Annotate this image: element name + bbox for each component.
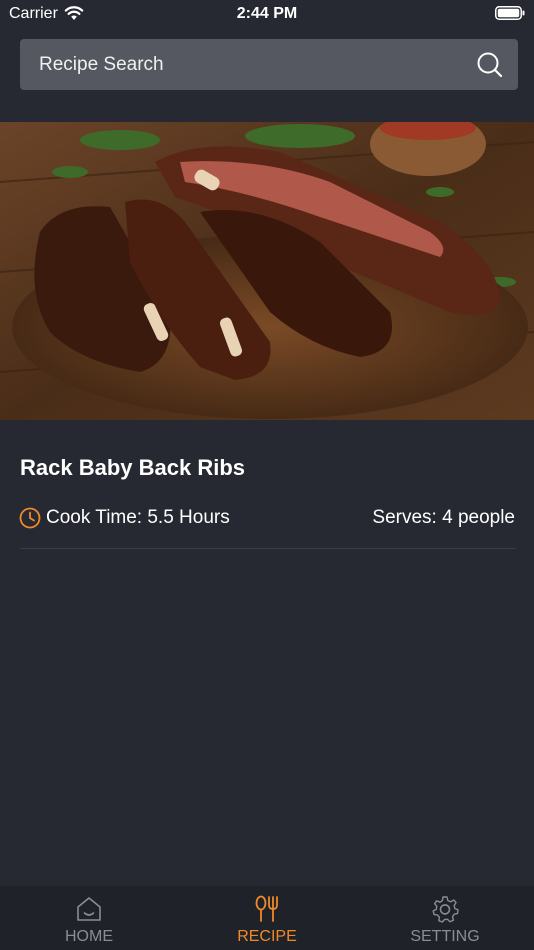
fork-spoon-icon — [255, 895, 278, 922]
gear-icon — [432, 896, 459, 923]
status-time: 2:44 PM — [236, 5, 298, 22]
tab-setting[interactable]: SETTING — [356, 886, 534, 950]
search-input[interactable]: Recipe Search — [20, 39, 518, 90]
search-icon[interactable] — [476, 51, 503, 78]
serves-label: Serves: 4 people — [372, 507, 515, 528]
cook-time-label: Cook Time: 5.5 Hours — [46, 507, 230, 528]
tab-bar: HOME RECIPE SETTING — [0, 886, 534, 950]
tab-home-label: HOME — [65, 928, 113, 945]
tab-setting-label: SETTING — [410, 928, 480, 945]
clock-icon — [19, 507, 41, 529]
battery-icon — [495, 6, 525, 20]
home-icon — [77, 897, 101, 921]
recipe-screen: Carrier 2:44 PM Recipe Search Rack Baby … — [0, 0, 534, 950]
tab-recipe-label: RECIPE — [237, 928, 297, 945]
recipe-title: Rack Baby Back Ribs — [20, 455, 245, 480]
ribs-illustration — [0, 122, 534, 420]
recipe-image[interactable] — [0, 122, 534, 420]
status-bar: Carrier 2:44 PM — [0, 0, 534, 28]
tab-recipe[interactable]: RECIPE — [178, 886, 356, 950]
tab-home[interactable]: HOME — [0, 886, 178, 950]
search-placeholder: Recipe Search — [39, 54, 164, 75]
divider — [20, 548, 516, 549]
